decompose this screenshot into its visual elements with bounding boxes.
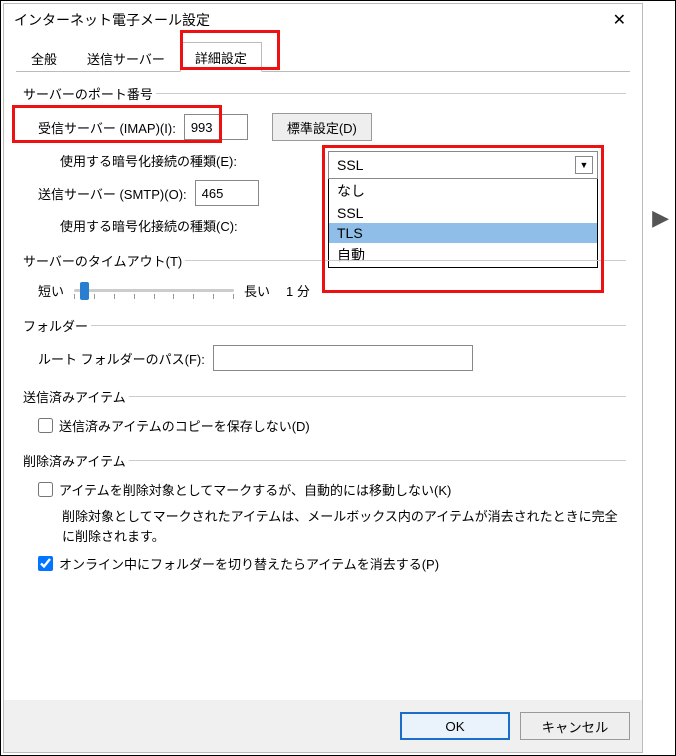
group-deleted-items: 削除済みアイテム アイテムを削除対象としてマークするが、自動的には移動しない(K… xyxy=(20,451,626,573)
side-arrow-icon: ▶ xyxy=(652,205,669,231)
tab-outgoing[interactable]: 送信サーバー xyxy=(72,43,180,72)
imap-label: 受信サーバー (IMAP)(I): xyxy=(38,118,176,137)
window-title: インターネット電子メール設定 xyxy=(14,10,210,30)
cancel-button[interactable]: キャンセル xyxy=(520,712,630,740)
ok-button[interactable]: OK xyxy=(400,712,510,740)
group-label-folders: フォルダー xyxy=(20,316,91,335)
mark-delete-label[interactable]: アイテムを削除対象としてマークするが、自動的には移動しない(K) xyxy=(59,480,451,499)
no-save-copy-label[interactable]: 送信済みアイテムのコピーを保存しない(D) xyxy=(59,416,310,435)
tab-general[interactable]: 全般 xyxy=(16,43,72,72)
tab-advanced[interactable]: 詳細設定 xyxy=(180,42,262,72)
tab-strip: 全般 送信サーバー 詳細設定 xyxy=(16,42,630,72)
chevron-down-icon[interactable]: ▼ xyxy=(575,156,593,174)
group-sent-items: 送信済みアイテム 送信済みアイテムのコピーを保存しない(D) xyxy=(20,387,626,435)
group-label-server-ports: サーバーのポート番号 xyxy=(20,84,156,103)
smtp-label: 送信サーバー (SMTP)(O): xyxy=(38,184,187,203)
purge-label[interactable]: オンライン中にフォルダーを切り替えたらアイテムを消去する(P) xyxy=(59,554,439,573)
close-icon[interactable]: ✕ xyxy=(607,10,632,30)
group-server-ports: サーバーのポート番号 受信サーバー (IMAP)(I): 標準設定(D) 使用す… xyxy=(20,84,626,235)
use-defaults-button[interactable]: 標準設定(D) xyxy=(272,113,372,141)
mark-delete-checkbox[interactable] xyxy=(38,482,53,497)
dialog-window: インターネット電子メール設定 ✕ 全般 送信サーバー 詳細設定 サーバーのポート… xyxy=(3,3,643,753)
timeout-long-label: 長い xyxy=(244,281,270,300)
imap-port-input[interactable] xyxy=(184,114,248,140)
timeout-value: 1 分 xyxy=(286,281,310,300)
timeout-short-label: 短い xyxy=(38,281,64,300)
no-save-copy-checkbox[interactable] xyxy=(38,418,53,433)
encrypt-c-label: 使用する暗号化接続の種類(C): xyxy=(60,216,238,235)
root-folder-input[interactable] xyxy=(213,345,473,371)
dropdown-option[interactable]: SSL xyxy=(329,203,597,223)
dropdown-option[interactable]: TLS xyxy=(329,223,597,243)
group-label-timeouts: サーバーのタイムアウト(T) xyxy=(20,251,185,270)
smtp-port-input[interactable] xyxy=(195,180,259,206)
root-folder-label: ルート フォルダーのパス(F): xyxy=(38,349,205,368)
dropdown-option[interactable]: なし xyxy=(329,179,597,203)
timeout-slider[interactable] xyxy=(74,280,234,300)
group-label-sent-items: 送信済みアイテム xyxy=(20,387,129,406)
group-folders: フォルダー ルート フォルダーのパス(F): xyxy=(20,316,626,371)
dropdown-selected-text: SSL xyxy=(337,157,363,173)
purge-checkbox[interactable] xyxy=(38,556,53,571)
dialog-button-bar: OK キャンセル xyxy=(4,700,642,752)
group-timeouts: サーバーのタイムアウト(T) 短い 長い 1 分 xyxy=(20,251,626,300)
dropdown-selected[interactable]: SSL ▼ xyxy=(328,151,598,179)
group-label-deleted-items: 削除済みアイテム xyxy=(20,451,129,470)
mark-delete-description: 削除対象としてマークされたアイテムは、メールボックス内のアイテムが消去されたとき… xyxy=(20,507,626,546)
titlebar: インターネット電子メール設定 ✕ xyxy=(4,4,642,36)
encrypt-e-label: 使用する暗号化接続の種類(E): xyxy=(60,151,237,170)
